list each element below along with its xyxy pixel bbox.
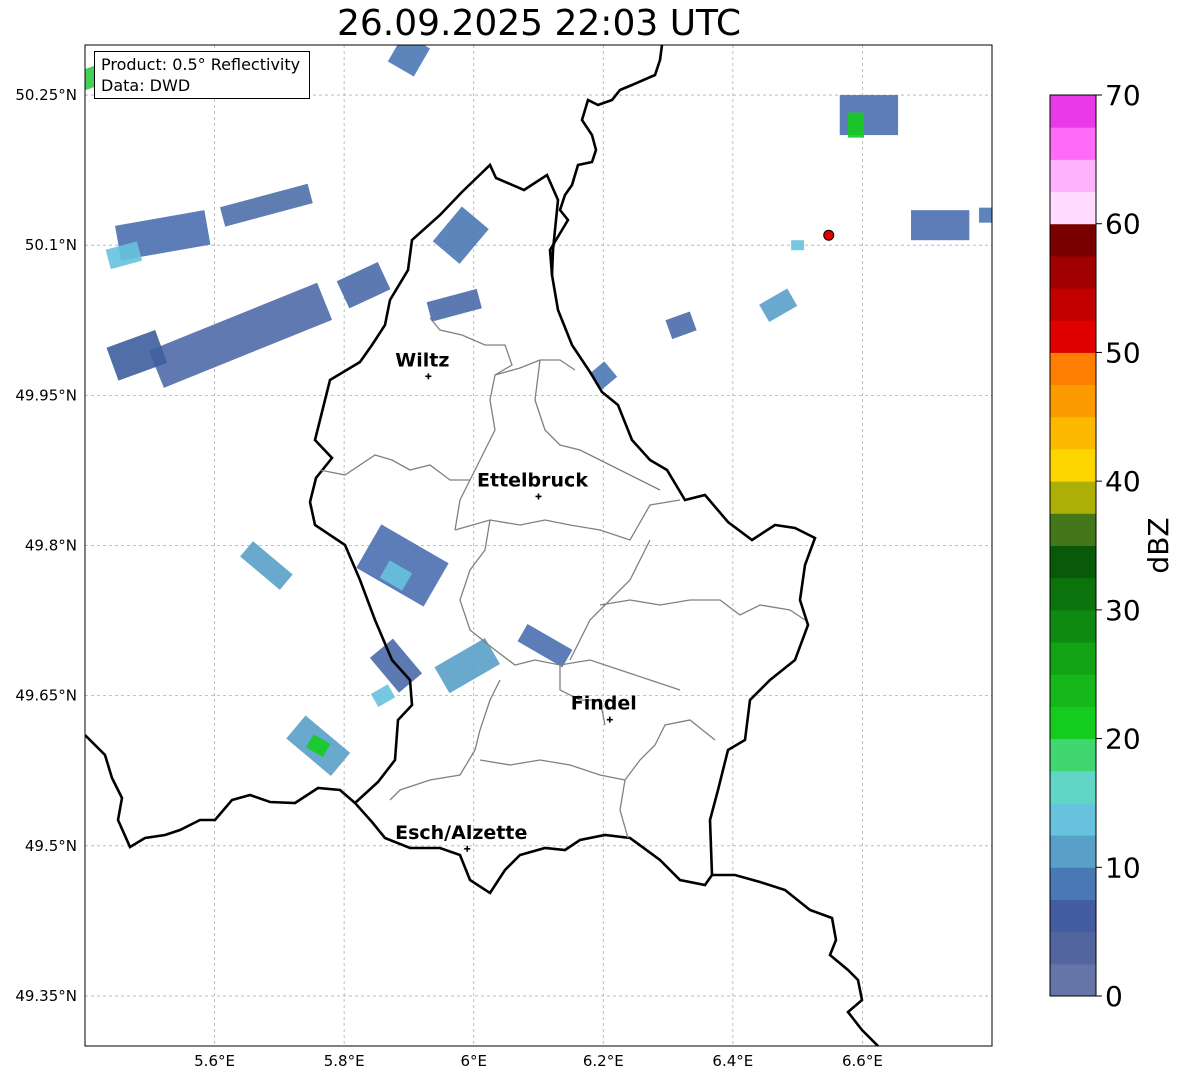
radar-echo [370, 684, 396, 708]
lat-tick-label: 50.25°N [15, 86, 77, 104]
colorbar-segment [1050, 706, 1096, 740]
radar-echo [979, 207, 992, 223]
radar-echo [336, 262, 391, 309]
lon-tick-label: 5.8°E [324, 1052, 365, 1070]
radar-echo [517, 623, 573, 668]
lon-tick-label: 6.2°E [583, 1052, 624, 1070]
colorbar-segment [1050, 899, 1096, 933]
info-box: Product: 0.5° Reflectivity Data: DWD [94, 51, 310, 99]
lat-tick-label: 50.1°N [25, 236, 77, 254]
radar-echo [589, 361, 618, 390]
lat-tick-label: 49.5°N [25, 837, 77, 855]
colorbar-tick-label: 70 [1105, 79, 1141, 112]
colorbar-segment [1050, 352, 1096, 386]
colorbar-segment [1050, 545, 1096, 579]
colorbar-tick-label: 40 [1105, 465, 1141, 498]
radar-echo [911, 210, 970, 241]
colorbar-segment [1050, 448, 1096, 482]
colorbar-segment [1050, 159, 1096, 193]
city-label: Esch/Alzette [395, 822, 527, 844]
colorbar-segment [1050, 738, 1096, 772]
colorbar-segment [1050, 255, 1096, 289]
colorbar-segment [1050, 770, 1096, 804]
colorbar-segment [1050, 931, 1096, 965]
lat-tick-label: 49.8°N [25, 537, 77, 555]
city-label: Findel [571, 693, 637, 715]
colorbar-segment [1050, 416, 1096, 450]
colorbar-segment [1050, 867, 1096, 900]
cities: Wiltz Ettelbruck Findel Esch/Alzette [395, 349, 637, 852]
colorbar-tick-label: 20 [1105, 723, 1141, 756]
radar-echo [148, 282, 333, 388]
radar-echo [791, 240, 805, 251]
city-label: Wiltz [395, 349, 449, 371]
radar-site-marker [823, 229, 835, 241]
colorbar-segment [1050, 963, 1096, 997]
colorbar-segment [1050, 127, 1096, 160]
colorbar-segment [1050, 320, 1096, 353]
colorbar-segment [1050, 481, 1096, 514]
radar-echo [665, 311, 697, 340]
colorbar-segment [1050, 802, 1096, 836]
city-marker [606, 716, 613, 723]
radar-site [823, 229, 835, 241]
city-marker [535, 493, 542, 500]
radar-echo [356, 524, 449, 607]
data-source-label: Data: DWD [101, 76, 191, 95]
colorbar-label: dBZ [1142, 517, 1175, 573]
colorbar-tick-label: 10 [1105, 851, 1141, 884]
radar-echo [759, 288, 798, 323]
colorbar-segment [1050, 223, 1096, 257]
colorbar-tick-label: 60 [1105, 208, 1141, 241]
lat-tick-label: 49.35°N [15, 987, 77, 1005]
colorbar-segment [1050, 642, 1096, 675]
radar-echoes [85, 45, 992, 776]
colorbar-tick-label: 50 [1105, 336, 1141, 369]
colorbar-tick-label: 30 [1105, 594, 1141, 627]
gridlines [85, 45, 992, 1046]
radar-echo [220, 183, 313, 227]
city-marker [464, 845, 471, 852]
colorbar-segment [1050, 674, 1096, 707]
colorbar-segment [1050, 577, 1096, 611]
lat-tick-label: 49.65°N [15, 687, 77, 705]
colorbar-segment [1050, 288, 1096, 321]
lon-tick-label: 5.6°E [194, 1052, 235, 1070]
germany-border [548, 45, 664, 276]
city-label: Ettelbruck [477, 469, 588, 491]
lon-tick-label: 6.4°E [712, 1052, 753, 1070]
colorbar-segment [1050, 191, 1096, 225]
colorbar-segment [1050, 513, 1096, 546]
radar-echo [387, 45, 431, 77]
product-label: Product: 0.5° Reflectivity [101, 55, 301, 74]
colorbar-segment [1050, 609, 1096, 643]
radar-echo [240, 541, 293, 590]
colorbar-tick-label: 0 [1105, 980, 1123, 1013]
colorbar: 0 10 20 30 40 50 60 70 dBZ [1049, 79, 1175, 1013]
germany-border-south [712, 873, 879, 1046]
colorbar-segment [1050, 95, 1096, 128]
colorbar-segment [1050, 384, 1096, 418]
lon-tick-label: 6°E [460, 1052, 487, 1070]
lon-tick-label: 6.6°E [842, 1052, 883, 1070]
lat-tick-label: 49.95°N [15, 386, 77, 404]
radar-map: 5.6°E 5.8°E 6°E 6.2°E 6.4°E 6.6°E 49.35°N 49.5°… [15, 44, 1175, 1070]
colorbar-segment [1050, 835, 1096, 868]
radar-echo [847, 112, 865, 138]
city-marker [425, 373, 432, 380]
